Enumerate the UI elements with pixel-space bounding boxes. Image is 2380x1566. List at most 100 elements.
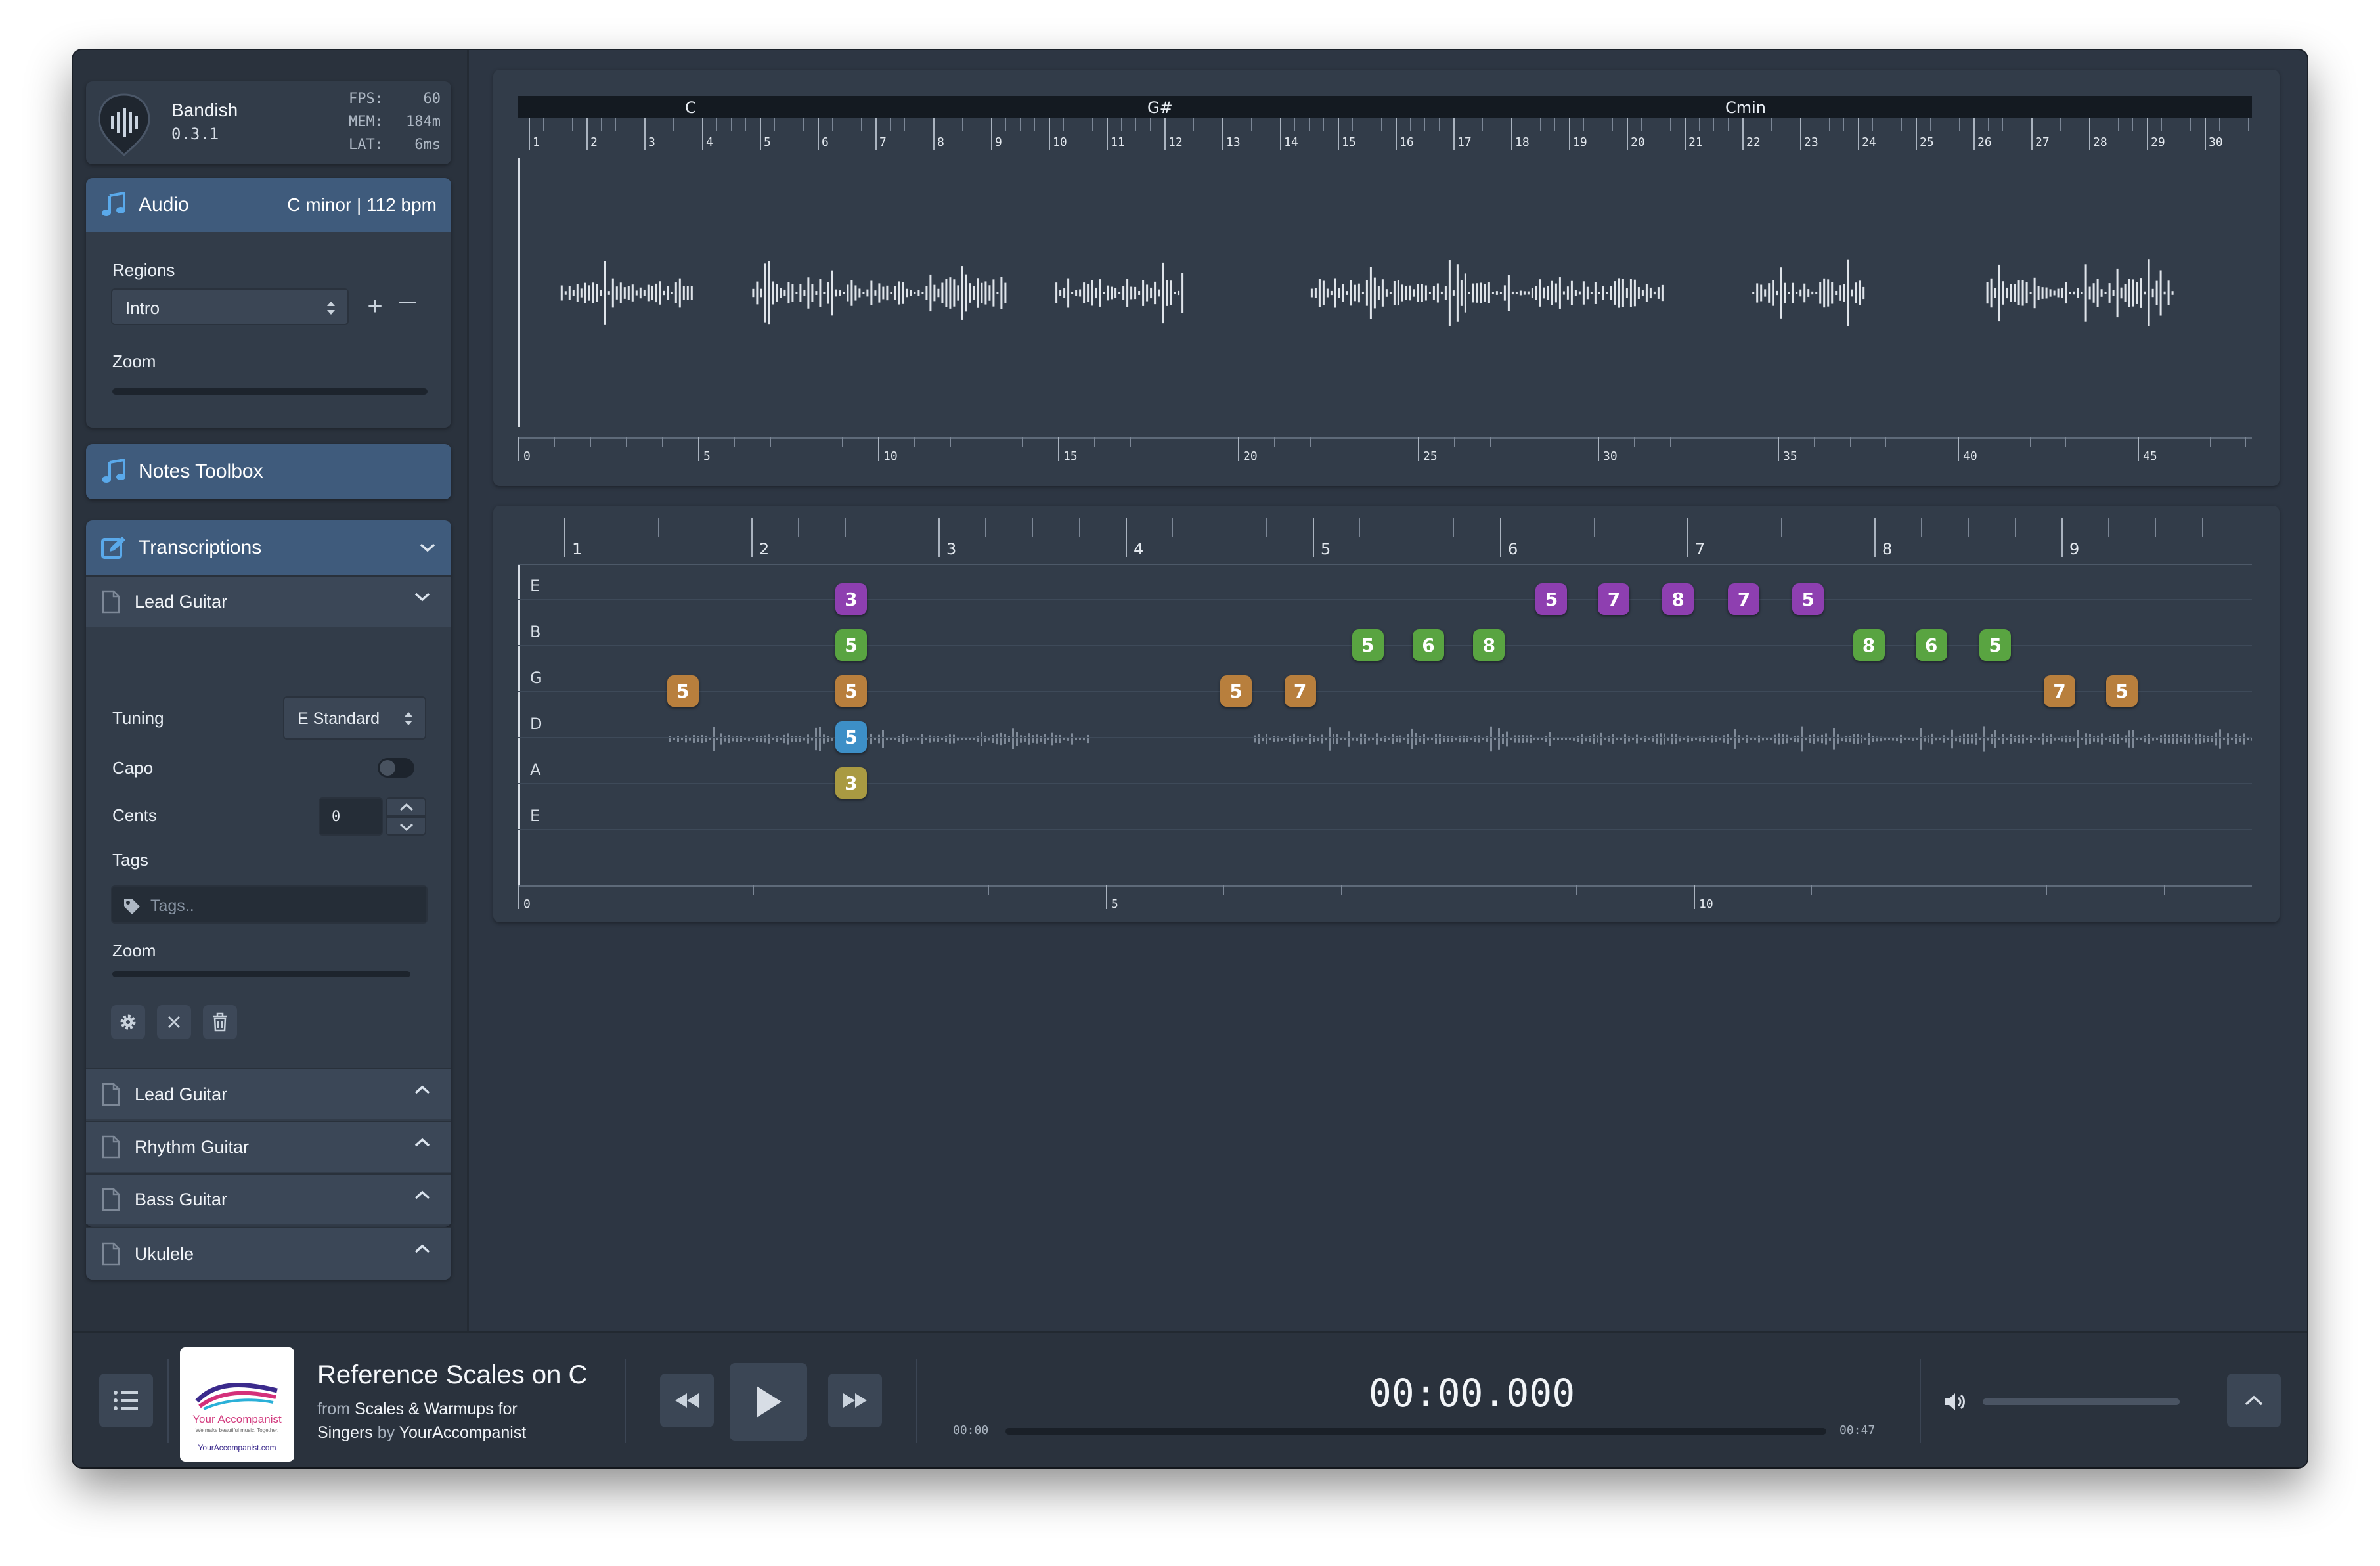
measure-number: 5 <box>1321 540 1331 558</box>
add-region-button[interactable]: + <box>362 288 388 325</box>
rewind-button[interactable] <box>660 1374 714 1427</box>
notes-toolbox-panel: Notes Toolbox <box>86 444 451 499</box>
waveform-bar <box>921 292 924 294</box>
note-marker[interactable]: 8 <box>1662 583 1694 615</box>
note-marker[interactable]: 5 <box>1792 583 1824 615</box>
note-marker[interactable]: 8 <box>1473 629 1505 661</box>
note-marker[interactable]: 3 <box>835 767 867 799</box>
minor-tick <box>2245 437 2247 447</box>
waveform-bar <box>1790 738 1792 740</box>
note-marker[interactable]: 7 <box>2043 675 2075 707</box>
note-marker[interactable]: 7 <box>1728 583 1760 615</box>
measure-ruler: 1 2 3 4 5 6 7 8 9 <box>518 518 2252 564</box>
waveform-bar <box>2159 270 2162 316</box>
minor-tick <box>1453 437 1455 447</box>
play-button[interactable] <box>730 1363 807 1441</box>
playlist-button[interactable] <box>99 1374 153 1427</box>
waveform-bar <box>858 288 861 298</box>
chevron-up-icon[interactable] <box>413 1243 431 1255</box>
bar-tick <box>1858 118 1859 150</box>
waveform-bar <box>1811 291 1814 295</box>
chevron-up-icon[interactable] <box>413 1189 431 1201</box>
waveform-bar <box>1067 278 1070 308</box>
transcription-item-active[interactable]: Lead Guitar <box>86 575 451 627</box>
beat-tick <box>845 518 846 537</box>
chevron-down-icon[interactable] <box>418 542 437 554</box>
cents-increment-button[interactable] <box>386 797 426 817</box>
audio-zoom-slider[interactable] <box>112 388 428 395</box>
album-line-2[interactable]: Singers <box>317 1423 373 1442</box>
note-marker[interactable]: 5 <box>1220 675 1252 707</box>
notes-toolbox-header[interactable]: Notes Toolbox <box>86 444 451 499</box>
beat-tick <box>1135 118 1136 131</box>
volume-icon[interactable] <box>1943 1392 1967 1412</box>
cents-input[interactable]: 0 <box>319 797 383 836</box>
waveform-bar <box>835 289 837 297</box>
transcription-item-rhythm-guitar[interactable]: Rhythm Guitar <box>86 1121 451 1172</box>
artist-name[interactable]: YourAccompanist <box>399 1423 527 1442</box>
tab-staff[interactable]: EBGDAE535553575685787586575 <box>518 565 2252 885</box>
tags-input[interactable]: Tags.. <box>111 885 428 924</box>
chevron-down-icon[interactable] <box>413 591 431 603</box>
waveform-bar <box>1807 289 1810 297</box>
delete-button[interactable] <box>203 1005 237 1039</box>
bar-tick <box>1511 118 1512 150</box>
waveform-bar <box>1998 738 2000 740</box>
waveform-bar <box>1819 282 1822 304</box>
beat-tick <box>1699 118 1700 131</box>
transcription-item-bass-guitar[interactable]: Bass Guitar <box>86 1173 451 1224</box>
beat-tick <box>1150 118 1151 131</box>
note-marker[interactable]: 5 <box>2106 675 2138 707</box>
waveform-bar <box>1835 290 1838 296</box>
waveform-bar <box>1656 734 1658 744</box>
capo-toggle[interactable] <box>378 758 414 778</box>
transcription-item-lead-guitar[interactable]: Lead Guitar <box>86 1068 451 1119</box>
audio-panel-header[interactable]: Audio C minor | 112 bpm <box>86 178 451 232</box>
cents-decrement-button[interactable] <box>386 817 426 836</box>
waveform-bar <box>1813 734 1815 744</box>
transcription-item-ukulele[interactable]: Ukulele <box>86 1227 451 1280</box>
note-marker[interactable]: 6 <box>1915 629 1947 661</box>
album-line-1[interactable]: Scales & Warmups for <box>355 1400 518 1418</box>
tuning-select[interactable]: E Standard <box>283 696 426 740</box>
note-marker[interactable]: 5 <box>667 675 699 707</box>
waveform-bar <box>878 734 880 744</box>
note-marker[interactable]: 5 <box>1352 629 1384 661</box>
region-select[interactable]: Intro <box>111 288 349 325</box>
note-marker[interactable]: 7 <box>1598 583 1630 615</box>
note-marker[interactable]: 8 <box>1853 629 1885 661</box>
note-marker[interactable]: 3 <box>835 583 867 615</box>
minor-tick <box>1341 885 1342 895</box>
waveform-bar <box>791 284 794 302</box>
remove-region-button[interactable] <box>399 302 416 303</box>
note-marker[interactable]: 7 <box>1284 675 1316 707</box>
waveform-bar <box>623 287 626 299</box>
clear-button[interactable] <box>157 1005 191 1039</box>
expand-player-button[interactable] <box>2227 1374 2281 1427</box>
audio-waveform[interactable] <box>518 240 2252 346</box>
album-cover[interactable]: Your Accompanist We make beautiful music… <box>180 1347 294 1462</box>
audio-zoom-label: Zoom <box>112 351 156 371</box>
waveform-bar <box>627 286 630 300</box>
note-marker[interactable]: 5 <box>835 629 867 661</box>
waveform-bar <box>1760 284 1763 302</box>
chevron-up-icon[interactable] <box>413 1136 431 1148</box>
volume-slider[interactable] <box>1983 1398 2180 1405</box>
waveform-bar <box>2021 280 2024 306</box>
transcriptions-header[interactable]: Transcriptions <box>86 520 451 575</box>
seek-bar[interactable] <box>1005 1428 1826 1435</box>
fast-forward-button[interactable] <box>828 1374 882 1427</box>
note-marker[interactable]: 5 <box>1535 583 1568 615</box>
beat-tick <box>2161 118 2162 131</box>
note-marker[interactable]: 6 <box>1413 629 1444 661</box>
note-marker[interactable]: 5 <box>835 721 867 753</box>
note-marker[interactable]: 5 <box>835 675 867 707</box>
waveform-bar <box>1020 735 1022 743</box>
settings-button[interactable] <box>111 1005 145 1039</box>
waveform-bar <box>2223 738 2225 740</box>
waveform-bar <box>1888 738 1890 740</box>
note-marker[interactable]: 5 <box>1979 629 2012 661</box>
chevron-up-icon[interactable] <box>413 1084 431 1096</box>
transcription-zoom-slider[interactable] <box>112 971 410 977</box>
document-icon <box>102 1188 120 1211</box>
